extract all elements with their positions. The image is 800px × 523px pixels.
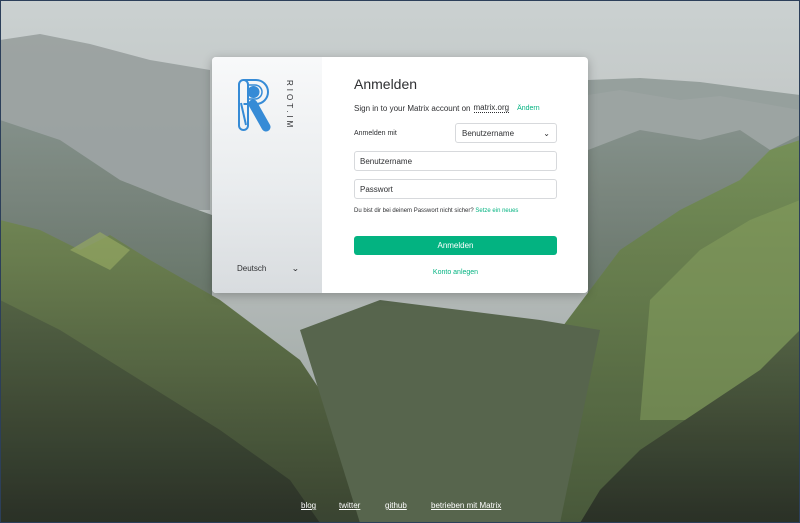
dialog-sidebar: RIOT.IM Deutsch ⌄ (212, 57, 322, 293)
login-type-row: Anmelden mit Benutzername ⌄ (354, 123, 557, 143)
login-type-label: Anmelden mit (354, 129, 397, 137)
create-account-link[interactable]: Konto anlegen (354, 269, 557, 276)
forgot-password-text: Du bist dir bei deinem Passwort nicht si… (354, 208, 474, 214)
change-server-link[interactable]: Ändern (517, 105, 540, 112)
footer-powered-by-link[interactable]: betrieben mit Matrix (431, 501, 501, 510)
server-line: Sign in to your Matrix account on matrix… (354, 103, 540, 113)
language-selector[interactable]: Deutsch ⌄ (237, 261, 300, 275)
footer-links: blog twitter github betrieben mit Matrix (0, 501, 800, 513)
page-title: Anmelden (354, 76, 418, 92)
login-dialog: RIOT.IM Deutsch ⌄ Anmelden Sign in to yo… (212, 57, 588, 293)
reset-password-link[interactable]: Setze ein neues (475, 208, 518, 214)
login-type-value: Benutzername (462, 128, 515, 138)
footer-blog-link[interactable]: blog (301, 501, 316, 510)
server-name: matrix.org (473, 103, 510, 113)
server-prefix: Sign in to your Matrix account on (354, 103, 471, 113)
forgot-password-line: Du bist dir bei deinem Passwort nicht si… (354, 208, 518, 214)
password-input[interactable] (354, 179, 557, 199)
username-input[interactable] (354, 151, 557, 171)
login-form: Anmelden Sign in to your Matrix account … (322, 57, 588, 293)
chevron-down-icon: ⌄ (543, 128, 550, 138)
chevron-down-icon: ⌄ (291, 263, 300, 273)
riot-logo-icon: RIOT.IM (236, 77, 296, 197)
logo-wordmark: RIOT.IM (285, 80, 294, 130)
footer-github-link[interactable]: github (385, 501, 407, 510)
footer-twitter-link[interactable]: twitter (339, 501, 360, 510)
login-type-select[interactable]: Benutzername ⌄ (455, 123, 557, 143)
sign-in-button[interactable]: Anmelden (354, 236, 557, 255)
language-label: Deutsch (237, 263, 267, 273)
